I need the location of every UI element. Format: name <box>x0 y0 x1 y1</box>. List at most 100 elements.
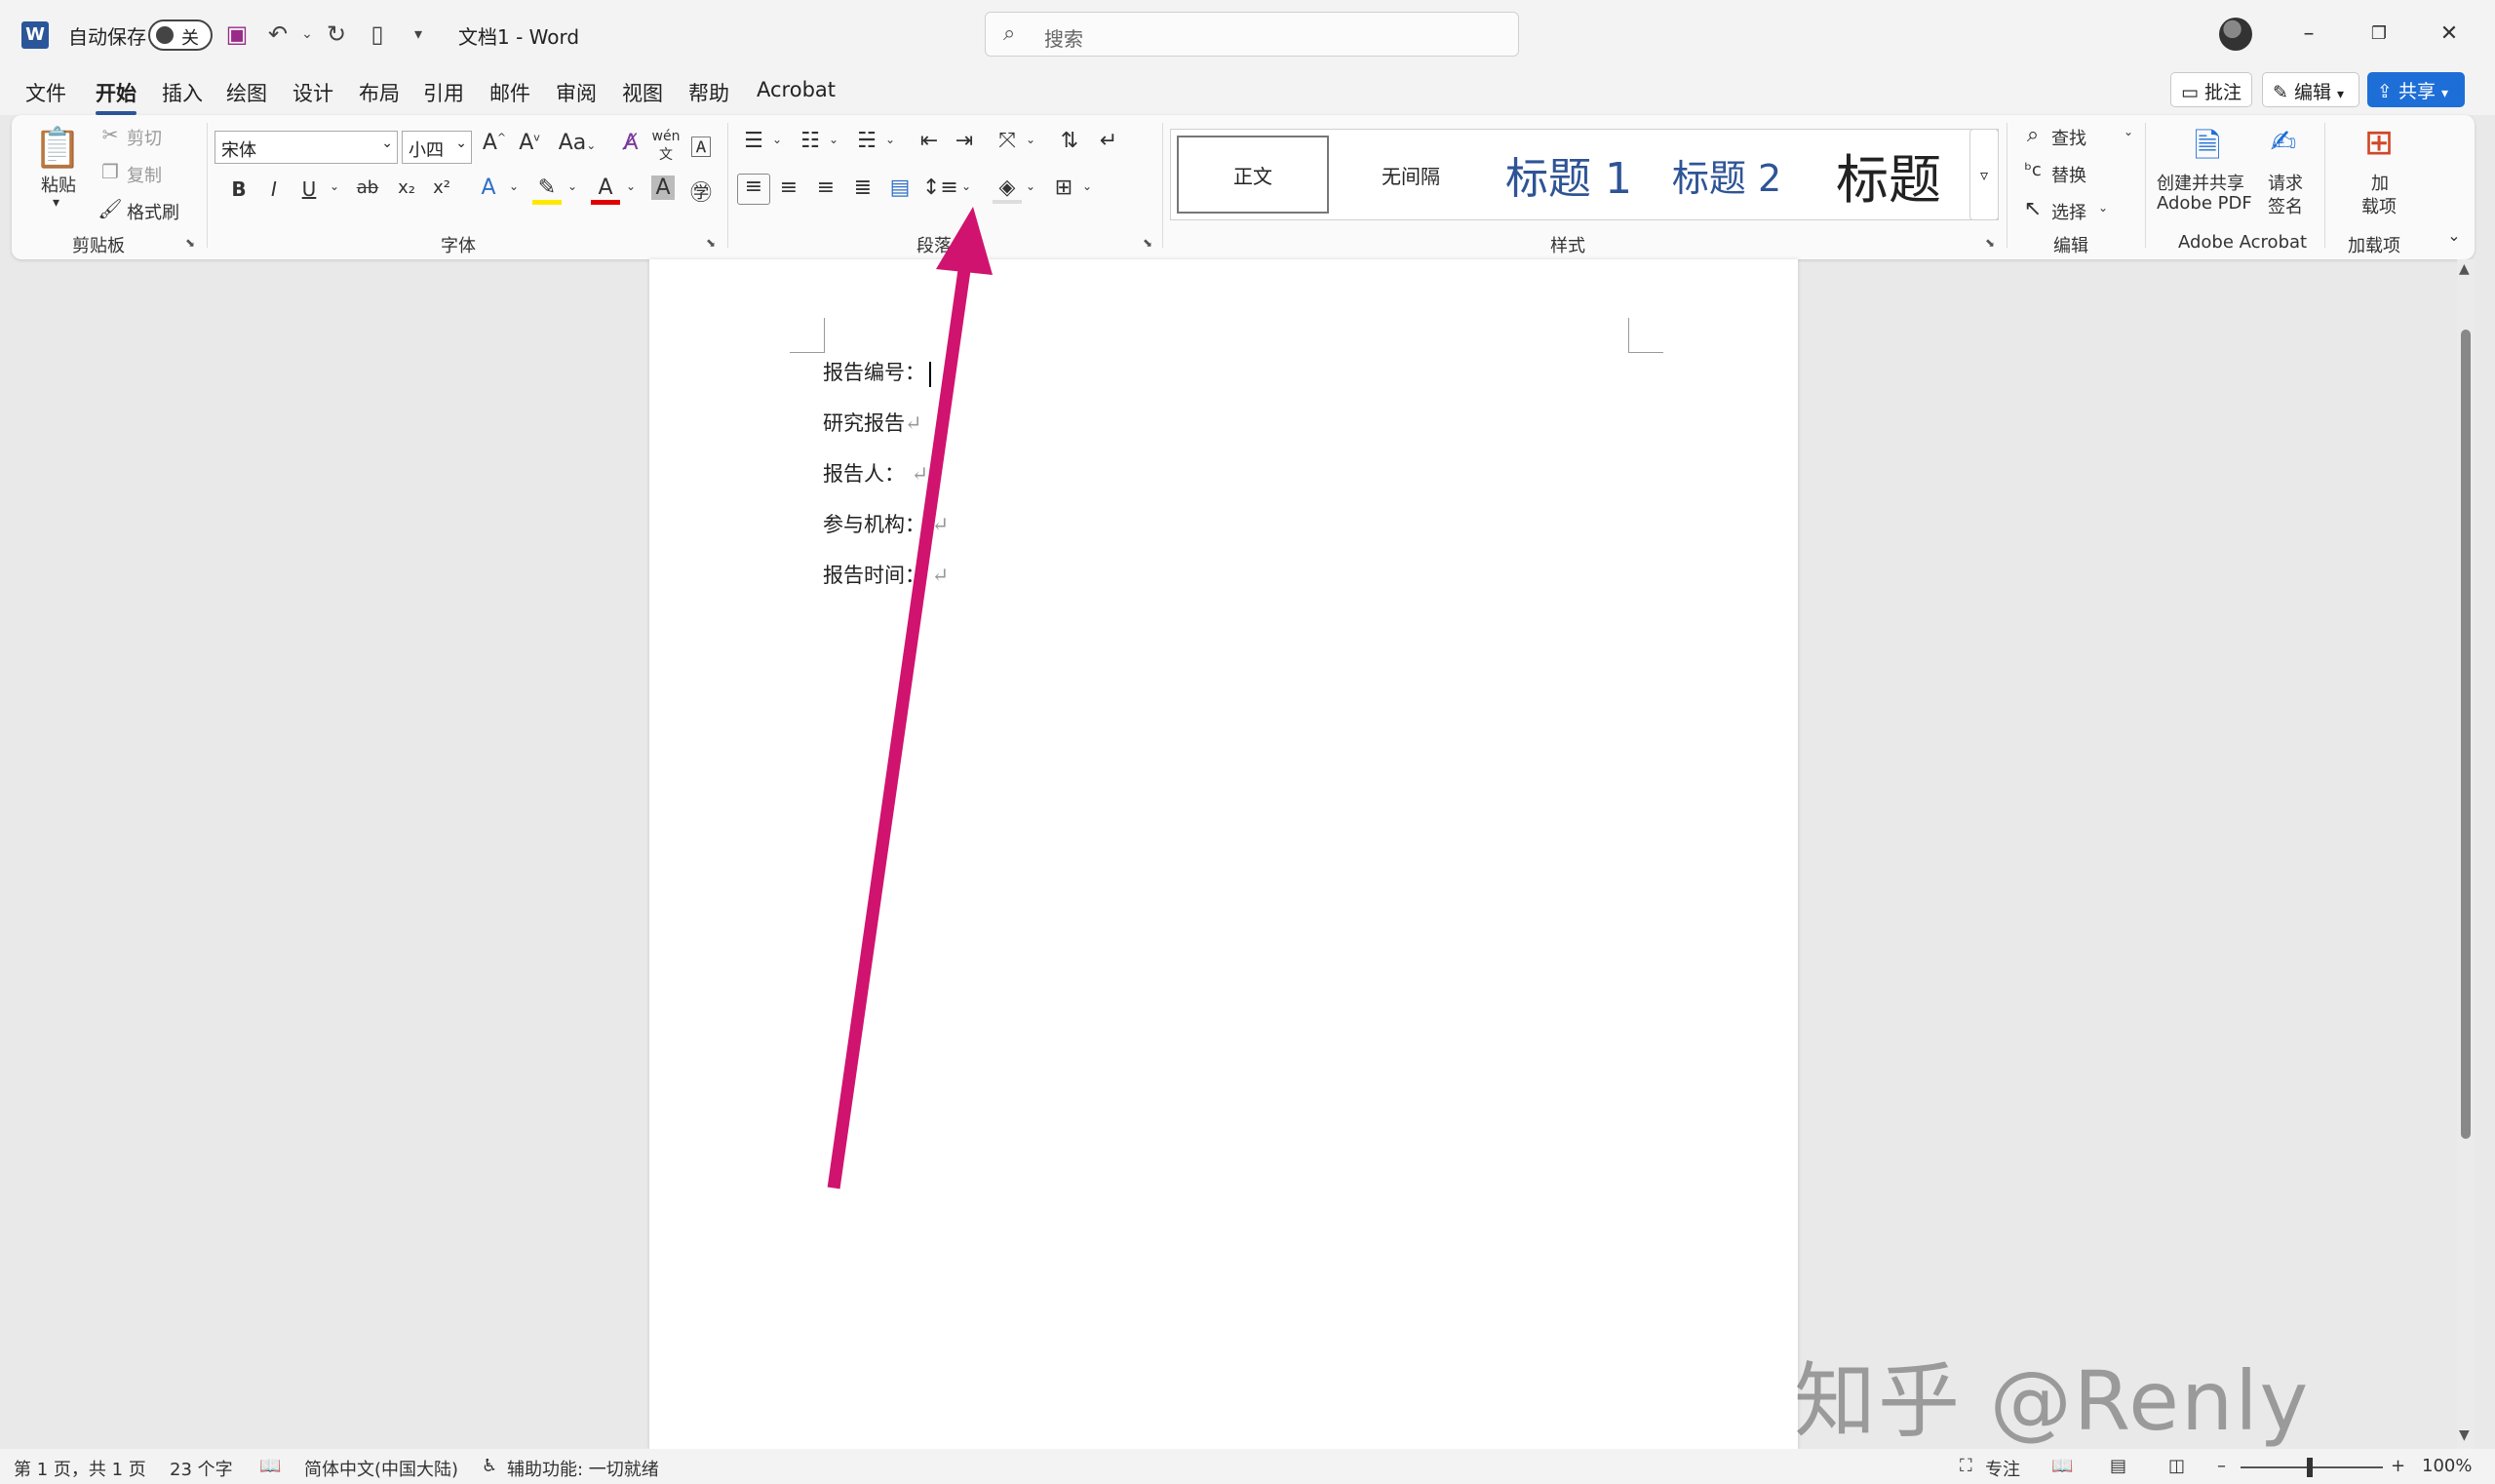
share-button[interactable]: ⇪ 共享 ▾ <box>2367 72 2465 107</box>
restore-icon[interactable]: ❐ <box>2359 18 2398 51</box>
minimize-icon[interactable]: – <box>2289 18 2328 51</box>
show-marks-icon[interactable]: ↵ <box>1094 129 1123 153</box>
cut-label[interactable]: 剪切 <box>127 125 162 150</box>
undo-icon[interactable]: ↶ <box>263 20 292 49</box>
clipboard-launcher-icon[interactable]: ⬊ <box>185 236 195 250</box>
zoom-level[interactable]: 100% <box>2422 1456 2472 1476</box>
request-sign-label-2[interactable]: 签名 <box>2268 193 2303 218</box>
align-left-icon[interactable]: ≡ <box>737 174 770 205</box>
styles-launcher-icon[interactable]: ⬊ <box>1985 236 1995 250</box>
chevron-down-icon[interactable]: ⌄ <box>2114 125 2143 138</box>
read-mode-icon[interactable]: 📖 <box>2051 1456 2073 1476</box>
editing-mode-button[interactable]: ✎ 编辑 ▾ <box>2262 72 2359 107</box>
zoom-out-icon[interactable]: – <box>2217 1456 2226 1476</box>
addins-label-1[interactable]: 加 <box>2371 170 2389 195</box>
doc-line-institution[interactable]: 参与机构： ↵ <box>823 509 949 538</box>
bold-icon[interactable]: B <box>224 177 253 201</box>
paste-icon[interactable]: 📋 <box>33 125 82 171</box>
addins-label-2[interactable]: 载项 <box>2361 193 2397 218</box>
chevron-down-icon[interactable]: ⌄ <box>616 179 645 193</box>
proofing-icon[interactable]: 📖 <box>259 1456 281 1476</box>
clear-formatting-icon[interactable]: A̸ <box>616 131 645 155</box>
copy-label[interactable]: 复制 <box>127 162 162 187</box>
paste-label[interactable]: 粘贴 <box>41 172 76 197</box>
chevron-down-icon[interactable]: ⌄ <box>1016 133 1045 146</box>
justify-icon[interactable]: ≣ <box>848 176 877 200</box>
zoom-in-icon[interactable]: + <box>2391 1456 2405 1476</box>
phonetic-guide-icon[interactable]: wén 文 <box>651 129 681 164</box>
tab-help[interactable]: 帮助 <box>688 78 729 107</box>
styles-more-icon[interactable]: ▿ <box>1969 129 1999 220</box>
tab-view[interactable]: 视图 <box>622 78 663 107</box>
chevron-down-icon[interactable]: ⌄ <box>762 133 792 146</box>
scroll-thumb[interactable] <box>2461 330 2471 1139</box>
line-spacing-icon[interactable]: ↕≡ <box>922 176 958 200</box>
doc-line-report-number[interactable]: 报告编号： <box>823 357 931 387</box>
enclose-characters-icon[interactable]: ㊫ <box>686 176 716 207</box>
save-icon[interactable]: ▣ <box>222 20 252 49</box>
align-right-icon[interactable]: ≡ <box>811 176 840 200</box>
tab-acrobat[interactable]: Acrobat <box>757 78 836 101</box>
search-input[interactable]: ⌕ 搜索 <box>985 12 1519 57</box>
distributed-icon[interactable]: ▤ <box>885 176 915 200</box>
chevron-down-icon[interactable]: ⌄ <box>2088 201 2118 215</box>
addins-icon[interactable]: ⊞ <box>2358 123 2400 163</box>
scroll-up-icon[interactable]: ▲ <box>2459 261 2470 277</box>
paste-dropdown-icon[interactable]: ▾ <box>53 195 59 211</box>
chevron-down-icon[interactable]: ⌄ <box>499 179 528 193</box>
doc-line-report-time[interactable]: 报告时间： ↵ <box>823 560 949 589</box>
font-name-select[interactable]: 宋体 ⌄ <box>214 131 398 164</box>
style-heading-2[interactable]: 标题 2 <box>1651 136 1803 214</box>
align-center-icon[interactable]: ≡ <box>774 176 803 200</box>
copy-icon[interactable]: ❐ <box>96 160 125 183</box>
doc-line-reporter[interactable]: 报告人： ↵ <box>823 458 928 488</box>
chevron-down-icon[interactable]: ⌄ <box>952 179 981 193</box>
tab-draw[interactable]: 绘图 <box>226 78 267 107</box>
change-case-icon[interactable]: Aa⌄ <box>556 131 599 155</box>
collapse-ribbon-icon[interactable]: ⌄ <box>2439 226 2469 245</box>
web-layout-icon[interactable]: ◫ <box>2168 1456 2185 1476</box>
avatar[interactable] <box>2219 18 2252 51</box>
increase-indent-icon[interactable]: ⇥ <box>950 129 979 153</box>
font-size-select[interactable]: 小四 ⌄ <box>402 131 472 164</box>
sort-icon[interactable]: ⇅ <box>1055 129 1084 153</box>
request-sign-label-1[interactable]: 请求 <box>2268 170 2303 195</box>
find-label[interactable]: 查找 <box>2051 125 2086 150</box>
tab-review[interactable]: 审阅 <box>556 78 597 107</box>
document-page[interactable]: 报告编号： 研究报告↵ 报告人： ↵ 参与机构： ↵ 报告时间： ↵ <box>649 259 1798 1449</box>
page-count[interactable]: 第 1 页，共 1 页 <box>14 1456 146 1481</box>
undo-dropdown-icon[interactable]: ⌄ <box>292 20 322 49</box>
tab-layout[interactable]: 布局 <box>359 78 400 107</box>
chevron-down-icon[interactable]: ⌄ <box>558 179 587 193</box>
redo-icon[interactable]: ↻ <box>322 20 351 49</box>
autosave-toggle[interactable]: 关 <box>148 20 213 51</box>
paragraph-launcher-icon[interactable]: ⬊ <box>1143 236 1152 250</box>
new-document-icon[interactable]: ▯ <box>363 20 392 49</box>
select-label[interactable]: 选择 <box>2051 199 2086 224</box>
style-no-spacing[interactable]: 无间隔 <box>1335 136 1487 214</box>
replace-icon[interactable]: ᵇc <box>2018 160 2047 180</box>
chevron-down-icon[interactable]: ⌄ <box>819 133 848 146</box>
find-icon[interactable]: ⌕ <box>2018 123 2047 147</box>
adobe-pdf-label[interactable]: Adobe PDF <box>2157 193 2252 214</box>
subscript-icon[interactable]: x₂ <box>392 177 421 198</box>
decrease-indent-icon[interactable]: ⇤ <box>915 129 944 153</box>
font-launcher-icon[interactable]: ⬊ <box>706 236 716 250</box>
italic-icon[interactable]: I <box>259 177 289 201</box>
request-signature-icon[interactable]: ✍ <box>2264 123 2303 160</box>
chevron-down-icon[interactable]: ⌄ <box>1016 179 1045 193</box>
tab-references[interactable]: 引用 <box>423 78 464 107</box>
focus-icon[interactable]: ⛶ <box>1960 1456 1972 1476</box>
language-indicator[interactable]: 简体中文(中国大陆) <box>304 1456 458 1481</box>
strikethrough-icon[interactable]: ab <box>353 177 382 198</box>
replace-label[interactable]: 替换 <box>2051 162 2086 187</box>
tab-insert[interactable]: 插入 <box>162 78 203 107</box>
superscript-icon[interactable]: x² <box>427 177 456 198</box>
character-shading-icon[interactable]: A <box>651 176 675 200</box>
shrink-font-icon[interactable]: Av <box>515 131 544 155</box>
grow-font-icon[interactable]: A^ <box>480 131 509 155</box>
zoom-slider-thumb[interactable] <box>2307 1458 2313 1477</box>
comments-button[interactable]: ▭ 批注 <box>2170 72 2252 107</box>
style-normal[interactable]: 正文 <box>1177 136 1329 214</box>
tab-home[interactable]: 开始 <box>96 78 136 115</box>
